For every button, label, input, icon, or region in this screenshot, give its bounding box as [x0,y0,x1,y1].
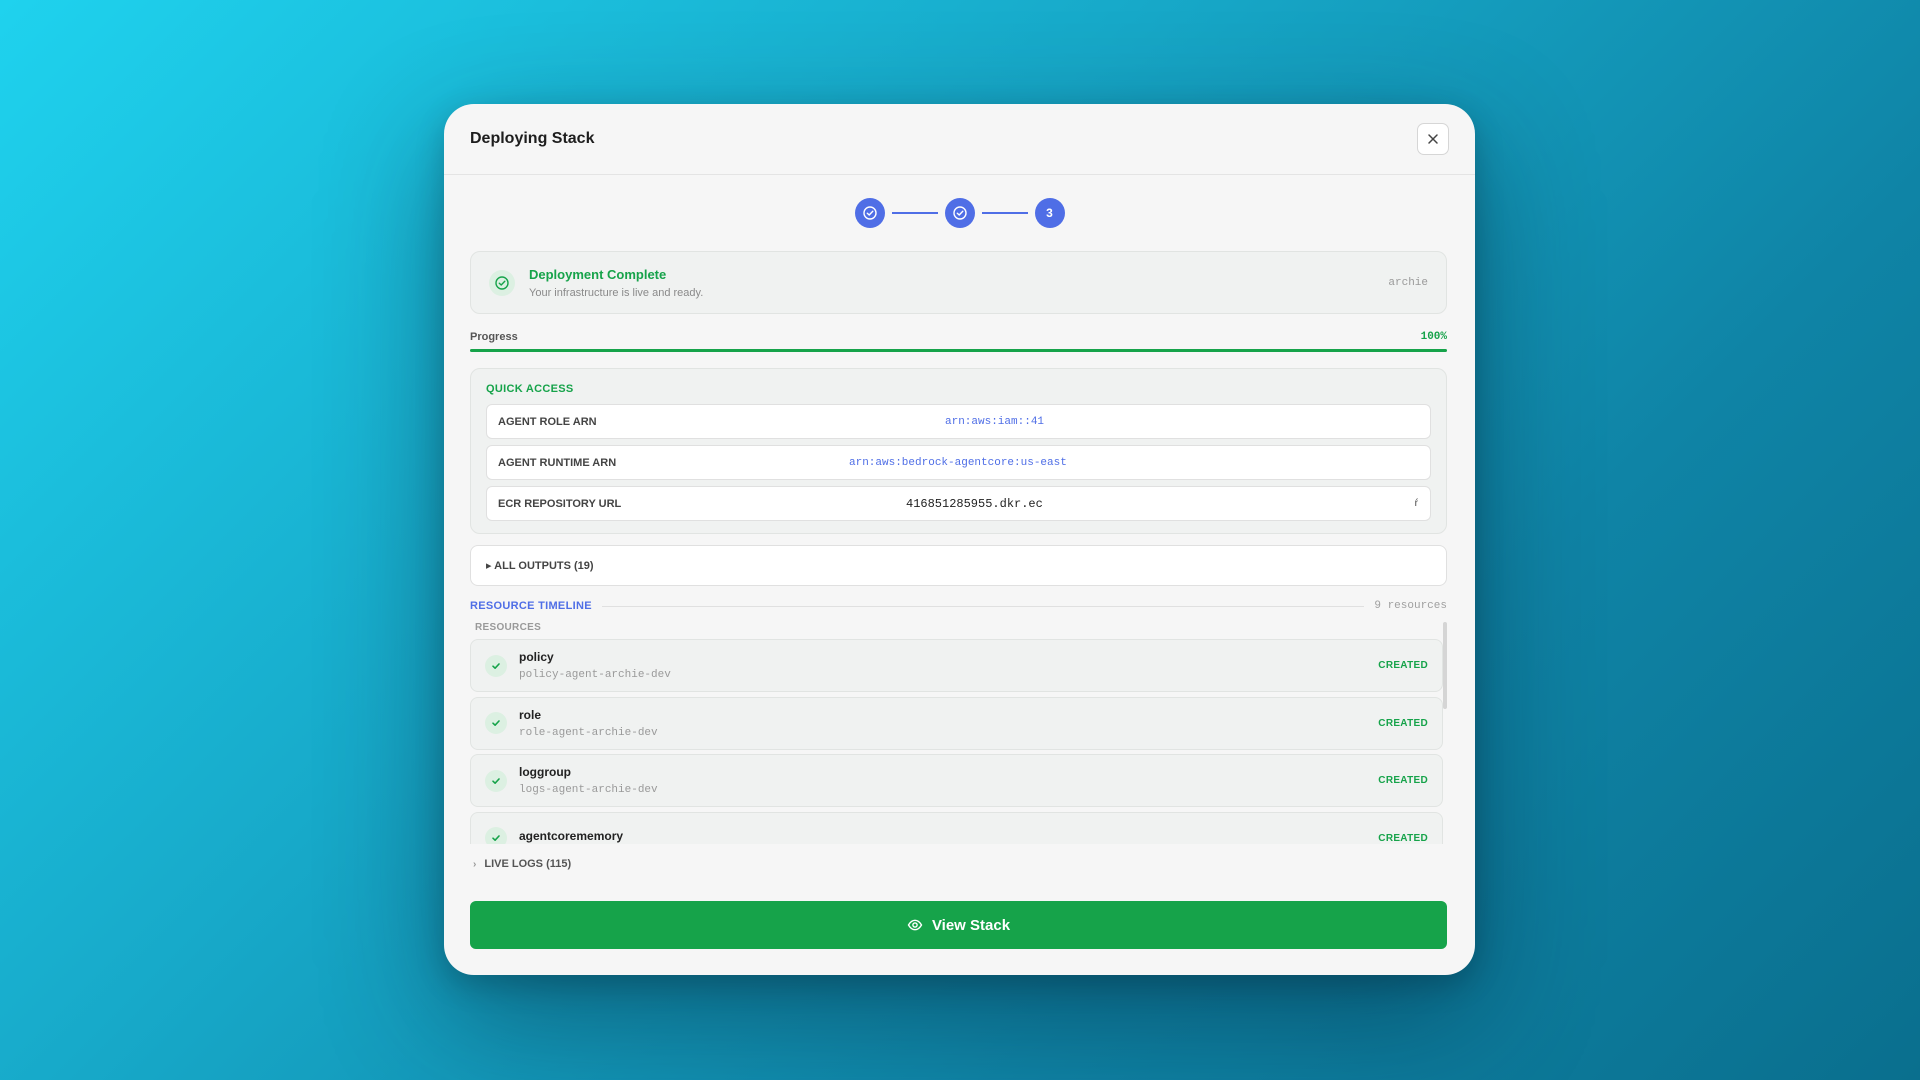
resources-caption: RESOURCES [475,622,542,633]
output-label: AGENT RUNTIME ARN [498,456,617,469]
resource-status: CREATED [1378,717,1428,729]
resource-list-scroll[interactable]: RESOURCES policy policy-agent-archie-dev… [470,622,1447,844]
check-circle-icon [862,206,877,220]
resource-name: policy [519,650,554,664]
status-title: Deployment Complete [529,266,667,282]
scrollbar-thumb[interactable] [1443,622,1447,709]
deploy-modal: Deploying Stack 3 Deployment Complete Yo… [444,104,1475,975]
modal-header: Deploying Stack [444,104,1475,175]
resource-row-loggroup: loggroup logs-agent-archie-dev CREATED [470,754,1443,807]
resource-id: logs-agent-archie-dev [519,784,658,796]
resource-row-role: role role-agent-archie-dev CREATED [470,696,1443,750]
step-3-current: 3 [1034,198,1065,228]
progress-percent: 100% [1420,331,1447,343]
step-1-complete [854,198,885,228]
status-subtitle: Your infrastructure is live and ready. [529,286,704,299]
resource-status: CREATED [1378,832,1428,844]
resource-name: role [519,707,542,722]
stepper: 3 [444,198,1475,228]
resource-id: role-agent-archie-dev [519,726,658,739]
output-row-ecr-repository-url[interactable]: ECR REPOSITORY URL 416851285955.dkr.ec ŕ [486,486,1431,521]
eye-icon [907,919,923,931]
view-stack-label: View Stack [931,916,1011,934]
resource-list: policy policy-agent-archie-dev CREATED r… [470,639,1443,844]
close-button[interactable] [1417,123,1449,155]
check-icon [485,654,507,677]
progress-bar [470,349,1447,352]
live-logs-toggle[interactable]: › LIVE LOGS (115) [470,858,1447,870]
divider [601,605,1365,607]
resource-status: CREATED [1378,775,1428,786]
check-icon [485,769,507,792]
all-outputs-toggle[interactable]: ▸ ALL OUTPUTS (19) [470,545,1447,586]
timeline-title: RESOURCE TIMELINE [470,600,592,612]
resource-count: 9 resources [1374,600,1447,612]
chevron-right-icon: › [473,858,477,870]
output-row-agent-role-arn[interactable]: AGENT ROLE ARN arn:aws:iam::41 [486,404,1431,439]
resource-status: CREATED [1378,660,1428,671]
resource-id: policy-agent-archie-dev [519,669,671,681]
output-value[interactable]: arn:aws:bedrock-agentcore:us-east [849,457,1067,469]
modal-title: Deploying Stack [470,130,595,147]
stack-owner: archie [1388,276,1428,289]
resource-name: loggroup [519,765,571,779]
quick-access-card: QUICK ACCESS AGENT ROLE ARN arn:aws:iam:… [470,368,1447,534]
check-icon [485,827,507,844]
close-icon [1428,134,1438,144]
step-connector [981,212,1028,214]
live-logs-label: LIVE LOGS (115) [484,858,572,870]
deployment-status-card: Deployment Complete Your infrastructure … [470,251,1447,314]
resource-row-policy: policy policy-agent-archie-dev CREATED [470,639,1443,692]
resource-row-agentcorememory: agentcorememory CREATED [470,811,1443,844]
step-2-complete [944,198,975,228]
view-stack-button[interactable]: View Stack [470,901,1447,949]
output-value[interactable]: 416851285955.dkr.ec [906,497,1043,511]
resource-name: agentcorememory [519,828,624,843]
output-label: ECR REPOSITORY URL [498,497,622,510]
quick-access-title: QUICK ACCESS [486,383,574,395]
progress-fill [470,349,1447,352]
output-label: AGENT ROLE ARN [498,415,597,428]
progress-label: Progress [470,331,518,343]
copy-indicator[interactable]: ŕ [1415,498,1418,509]
step-connector [891,212,938,214]
check-icon [485,712,507,734]
output-row-agent-runtime-arn[interactable]: AGENT RUNTIME ARN arn:aws:bedrock-agentc… [486,445,1431,480]
progress-header: Progress 100% [470,331,1447,343]
resource-timeline-header: RESOURCE TIMELINE 9 resources [470,600,1447,612]
modal-content: Deployment Complete Your infrastructure … [470,251,1447,870]
success-check-icon [489,269,515,296]
output-value[interactable]: arn:aws:iam::41 [945,416,1044,428]
check-circle-icon [952,206,967,220]
